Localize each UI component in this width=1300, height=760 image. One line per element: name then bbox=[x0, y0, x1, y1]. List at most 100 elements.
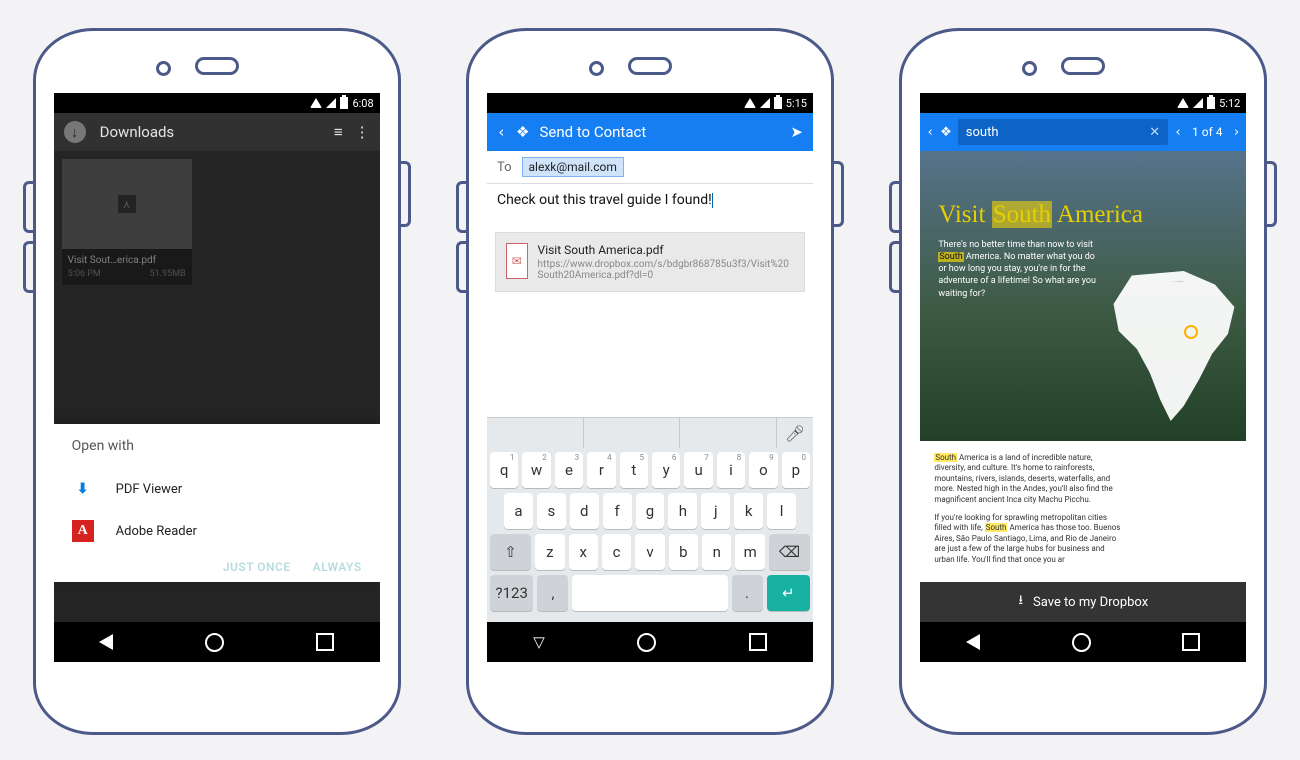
clear-icon[interactable]: ✕ bbox=[1149, 125, 1160, 140]
signal-icon bbox=[1193, 98, 1203, 108]
suggestion-slot[interactable] bbox=[680, 418, 777, 448]
power-button bbox=[400, 161, 411, 227]
title-part: America bbox=[1052, 201, 1143, 228]
document-viewer[interactable]: Visit South America There's no better ti… bbox=[920, 151, 1246, 582]
key-t[interactable]: t5 bbox=[620, 452, 648, 488]
back-icon[interactable]: ‹ bbox=[497, 123, 506, 141]
dropbox-icon: ⬇ bbox=[72, 478, 94, 500]
search-field[interactable]: south ✕ bbox=[958, 119, 1168, 145]
back-icon[interactable]: ‹ bbox=[926, 125, 934, 140]
volume-up-button bbox=[889, 181, 900, 233]
viewer-toolbar: ‹ ❖ south ✕ ‹ 1 of 4 › bbox=[920, 113, 1246, 151]
open-with-sheet: Open with ⬇ PDF Viewer A Adobe Reader JU… bbox=[54, 424, 380, 582]
key-m[interactable]: m bbox=[735, 534, 764, 570]
toolbar-title: Downloads bbox=[100, 123, 175, 141]
to-label: To bbox=[497, 160, 512, 175]
key-p[interactable]: p0 bbox=[782, 452, 810, 488]
key-l[interactable]: l bbox=[767, 493, 796, 529]
just-once-button[interactable]: JUST ONCE bbox=[223, 560, 291, 574]
backspace-key[interactable]: ⌫ bbox=[769, 534, 810, 570]
attachment-name: Visit South America.pdf bbox=[538, 243, 794, 257]
doc-body: South America is a land of incredible na… bbox=[920, 441, 1138, 573]
save-bar[interactable]: ⭳ Save to my Dropbox bbox=[920, 582, 1246, 622]
signal-icon bbox=[326, 98, 336, 108]
search-highlight: South bbox=[938, 252, 963, 262]
nav-recent-icon[interactable] bbox=[1182, 633, 1200, 651]
phone-sensor bbox=[589, 61, 604, 76]
mic-icon[interactable]: 🎤︎ bbox=[777, 424, 813, 443]
space-key[interactable] bbox=[572, 575, 727, 611]
prev-result-icon[interactable]: ‹ bbox=[1174, 125, 1182, 140]
nav-home-icon[interactable] bbox=[637, 633, 656, 652]
sheet-title: Open with bbox=[72, 438, 362, 454]
overflow-icon[interactable]: ⋮ bbox=[355, 123, 370, 141]
key-g[interactable]: g bbox=[636, 493, 665, 529]
always-button[interactable]: ALWAYS bbox=[313, 560, 362, 574]
key-e[interactable]: e3 bbox=[555, 452, 583, 488]
suggestion-slot[interactable] bbox=[584, 418, 681, 448]
file-tile[interactable]: ⋏ Visit Sout…erica.pdf 5:06 PM 51.95MB bbox=[62, 159, 192, 285]
wifi-icon bbox=[1177, 98, 1189, 108]
enter-key[interactable]: ↵ bbox=[767, 575, 810, 611]
key-c[interactable]: c bbox=[602, 534, 631, 570]
key-b[interactable]: b bbox=[669, 534, 698, 570]
symbols-key[interactable]: ?123 bbox=[490, 575, 533, 611]
comma-key[interactable]: , bbox=[537, 575, 568, 611]
attachment-link: https://www.dropbox.com/s/bdgbr868785u3f… bbox=[538, 259, 794, 281]
key-n[interactable]: n bbox=[702, 534, 731, 570]
option-pdf-viewer[interactable]: ⬇ PDF Viewer bbox=[72, 468, 362, 510]
period-key[interactable]: . bbox=[732, 575, 763, 611]
key-u[interactable]: u7 bbox=[684, 452, 712, 488]
battery-icon bbox=[1207, 97, 1215, 109]
key-q[interactable]: q1 bbox=[490, 452, 518, 488]
key-d[interactable]: d bbox=[570, 493, 599, 529]
recipient-chip[interactable]: alexk@mail.com bbox=[522, 157, 624, 177]
message-input[interactable]: Check out this travel guide I found! bbox=[487, 184, 813, 224]
dropbox-icon: ❖ bbox=[516, 123, 529, 141]
key-h[interactable]: h bbox=[668, 493, 697, 529]
attachment-card[interactable]: ✉ Visit South America.pdf https://www.dr… bbox=[495, 232, 805, 292]
next-result-icon[interactable]: › bbox=[1232, 125, 1240, 140]
pdf-icon: ⋏ bbox=[118, 195, 136, 213]
nav-back-icon[interactable] bbox=[99, 634, 113, 650]
key-w[interactable]: w2 bbox=[522, 452, 550, 488]
search-highlight: South bbox=[934, 453, 957, 462]
key-y[interactable]: y6 bbox=[652, 452, 680, 488]
search-highlight: South bbox=[985, 523, 1008, 532]
key-x[interactable]: x bbox=[569, 534, 598, 570]
suggestion-slot[interactable] bbox=[487, 418, 584, 448]
file-thumb: ⋏ bbox=[62, 159, 192, 249]
file-icon: ✉ bbox=[506, 243, 528, 279]
shift-key[interactable]: ⇧ bbox=[490, 534, 531, 570]
key-j[interactable]: j bbox=[701, 493, 730, 529]
key-i[interactable]: i8 bbox=[717, 452, 745, 488]
key-v[interactable]: v bbox=[635, 534, 664, 570]
key-a[interactable]: a bbox=[504, 493, 533, 529]
nav-back-icon[interactable]: ▽ bbox=[533, 633, 545, 651]
key-f[interactable]: f bbox=[603, 493, 632, 529]
key-r[interactable]: r4 bbox=[587, 452, 615, 488]
file-size: 51.95MB bbox=[150, 269, 186, 279]
phone-sensor bbox=[1022, 61, 1037, 76]
nav-home-icon[interactable] bbox=[205, 633, 224, 652]
compose-toolbar: ‹ ❖ Send to Contact ➤ bbox=[487, 113, 813, 151]
nav-recent-icon[interactable] bbox=[316, 633, 334, 651]
volume-up-button bbox=[23, 181, 34, 233]
nav-recent-icon[interactable] bbox=[749, 633, 767, 651]
key-s[interactable]: s bbox=[537, 493, 566, 529]
key-o[interactable]: o9 bbox=[749, 452, 777, 488]
nav-back-icon[interactable] bbox=[966, 634, 980, 650]
dropbox-icon: ❖ bbox=[940, 125, 952, 140]
keyboard: 🎤︎ q1w2e3r4t5y6u7i8o9p0 asdfghjkl ⇧ zxcv… bbox=[487, 417, 813, 622]
file-time: 5:06 PM bbox=[68, 269, 101, 279]
wifi-icon bbox=[310, 98, 322, 108]
nav-home-icon[interactable] bbox=[1072, 633, 1091, 652]
sort-icon[interactable]: ≡ bbox=[334, 123, 341, 141]
key-z[interactable]: z bbox=[535, 534, 564, 570]
key-k[interactable]: k bbox=[734, 493, 763, 529]
send-icon[interactable]: ➤ bbox=[790, 123, 803, 141]
option-adobe-reader[interactable]: A Adobe Reader bbox=[72, 510, 362, 552]
battery-icon bbox=[340, 97, 348, 109]
battery-icon bbox=[774, 97, 782, 109]
toolbar-title: Send to Contact bbox=[539, 123, 646, 141]
